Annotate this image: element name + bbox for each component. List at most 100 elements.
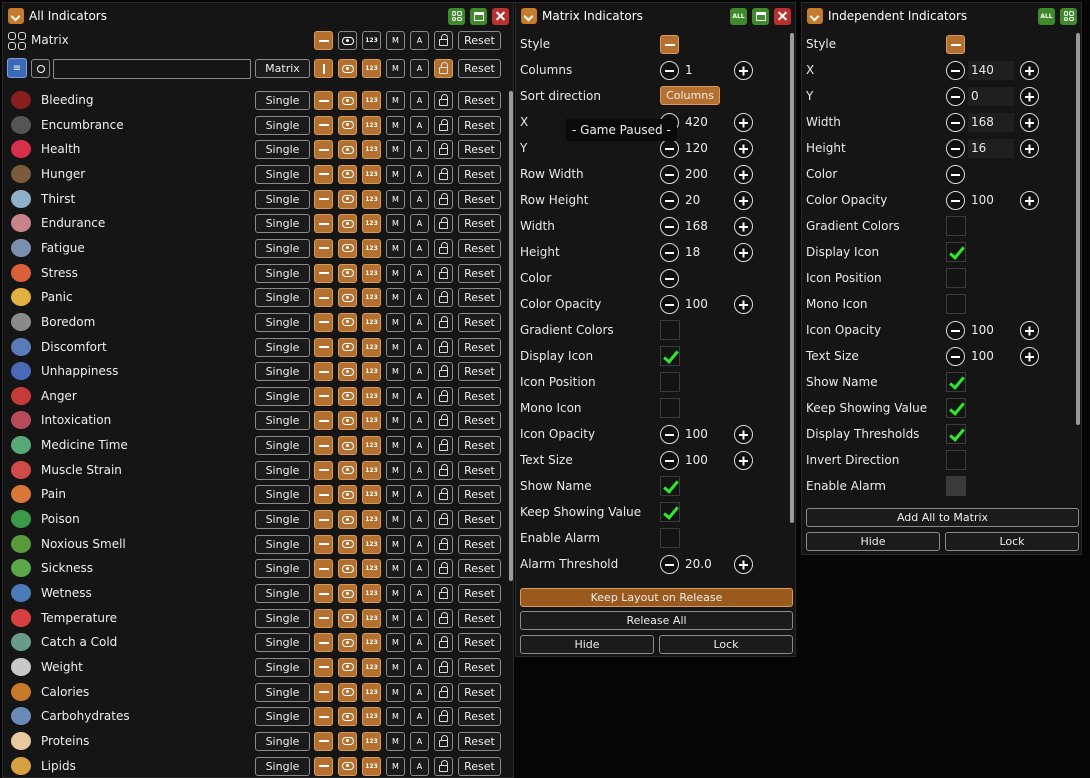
reset-button[interactable]: Reset bbox=[458, 485, 501, 505]
opacity-minus-icon[interactable] bbox=[660, 295, 679, 314]
style-button[interactable] bbox=[314, 411, 333, 431]
matrix-all-button[interactable]: Matrix bbox=[255, 59, 310, 78]
single-button[interactable]: Single bbox=[255, 263, 310, 283]
reset-button[interactable]: Reset bbox=[458, 559, 501, 579]
visibility-button[interactable] bbox=[338, 731, 357, 751]
reset-button[interactable]: Reset bbox=[458, 362, 501, 382]
reset-button[interactable]: Reset bbox=[458, 510, 501, 530]
lock-button[interactable] bbox=[434, 460, 453, 480]
single-button[interactable]: Single bbox=[255, 91, 310, 110]
value-button[interactable]: 123 bbox=[362, 485, 381, 505]
visibility-button[interactable] bbox=[338, 238, 357, 258]
row-height-value[interactable]: 20 bbox=[685, 193, 700, 207]
style-button[interactable] bbox=[314, 263, 333, 283]
display-icon-checkbox[interactable] bbox=[946, 242, 966, 262]
a-button[interactable]: A bbox=[410, 731, 429, 751]
reset-button[interactable]: Reset bbox=[458, 731, 501, 751]
single-button[interactable]: Single bbox=[255, 682, 310, 702]
width-minus-icon[interactable] bbox=[946, 113, 965, 132]
style-button[interactable] bbox=[314, 584, 333, 603]
color-reset-icon[interactable] bbox=[660, 269, 679, 288]
lock-button[interactable] bbox=[434, 312, 453, 332]
m-button[interactable]: M bbox=[386, 682, 405, 702]
value-button[interactable]: 123 bbox=[362, 140, 381, 160]
style-button[interactable] bbox=[314, 657, 333, 677]
value-button[interactable]: 123 bbox=[362, 510, 381, 530]
height-plus-icon[interactable] bbox=[734, 243, 753, 262]
m-button[interactable]: M bbox=[386, 584, 405, 603]
show-name-checkbox[interactable] bbox=[660, 476, 680, 496]
visibility-button[interactable] bbox=[338, 337, 357, 357]
m-button[interactable]: M bbox=[386, 436, 405, 456]
opacity-plus-icon[interactable] bbox=[1020, 191, 1039, 210]
columns-plus-icon[interactable] bbox=[734, 61, 753, 80]
value-button[interactable]: 123 bbox=[362, 657, 381, 677]
a-button[interactable]: A bbox=[410, 436, 429, 456]
lock-button[interactable] bbox=[434, 436, 453, 456]
lock-button[interactable] bbox=[434, 657, 453, 677]
a-button[interactable]: A bbox=[410, 115, 429, 135]
columns-value[interactable]: 1 bbox=[685, 63, 693, 77]
reset-button[interactable]: Reset bbox=[458, 608, 501, 628]
all-reset-button[interactable]: Reset bbox=[458, 59, 501, 78]
sort-icon[interactable]: ≡ bbox=[7, 58, 27, 78]
value-button[interactable]: 123 bbox=[362, 288, 381, 308]
lock-button[interactable] bbox=[434, 362, 453, 382]
single-button[interactable]: Single bbox=[255, 436, 310, 456]
visibility-button[interactable] bbox=[338, 682, 357, 702]
text-size-plus-icon[interactable] bbox=[1020, 347, 1039, 366]
height-value[interactable]: 16 bbox=[968, 139, 1014, 158]
value-button[interactable]: 123 bbox=[362, 707, 381, 727]
m-button[interactable]: M bbox=[386, 411, 405, 431]
a-button[interactable]: A bbox=[410, 559, 429, 579]
icon-opacity-plus-icon[interactable] bbox=[1020, 321, 1039, 340]
thresholds-checkbox[interactable] bbox=[946, 424, 966, 444]
reset-button[interactable]: Reset bbox=[458, 386, 501, 406]
lock-button[interactable] bbox=[434, 263, 453, 283]
icon-position-checkbox[interactable] bbox=[660, 372, 680, 392]
value-button[interactable]: 123 bbox=[362, 559, 381, 579]
single-button[interactable]: Single bbox=[255, 189, 310, 209]
a-button[interactable]: A bbox=[410, 633, 429, 653]
icon-opacity-plus-icon[interactable] bbox=[734, 425, 753, 444]
all-visibility-button[interactable] bbox=[338, 59, 357, 78]
m-button[interactable]: M bbox=[386, 288, 405, 308]
a-button[interactable]: A bbox=[410, 756, 429, 776]
value-button[interactable]: 123 bbox=[362, 238, 381, 258]
alarm-threshold-minus-icon[interactable] bbox=[660, 555, 679, 574]
reset-button[interactable]: Reset bbox=[458, 584, 501, 603]
style-button[interactable] bbox=[314, 337, 333, 357]
single-button[interactable]: Single bbox=[255, 510, 310, 530]
grid-view-icon[interactable] bbox=[1060, 7, 1077, 25]
value-button[interactable]: 123 bbox=[362, 115, 381, 135]
lock-button[interactable] bbox=[434, 633, 453, 653]
collapse-icon[interactable] bbox=[8, 8, 24, 24]
row-height-plus-icon[interactable] bbox=[734, 191, 753, 210]
text-size-plus-icon[interactable] bbox=[734, 451, 753, 470]
a-button[interactable]: A bbox=[410, 238, 429, 258]
row-width-plus-icon[interactable] bbox=[734, 165, 753, 184]
value-button[interactable]: 123 bbox=[362, 91, 381, 110]
value-button[interactable]: 123 bbox=[362, 362, 381, 382]
width-plus-icon[interactable] bbox=[734, 217, 753, 236]
a-button[interactable]: A bbox=[410, 312, 429, 332]
single-button[interactable]: Single bbox=[255, 534, 310, 554]
all-value-button[interactable]: 123 bbox=[362, 59, 381, 78]
m-button[interactable]: M bbox=[386, 386, 405, 406]
a-button[interactable]: A bbox=[410, 707, 429, 727]
columns-minus-icon[interactable] bbox=[660, 61, 679, 80]
x-minus-icon[interactable] bbox=[946, 61, 965, 80]
reset-button[interactable]: Reset bbox=[458, 312, 501, 332]
a-button[interactable]: A bbox=[410, 657, 429, 677]
sort-direction-button[interactable]: Columns bbox=[660, 86, 720, 105]
a-button[interactable]: A bbox=[410, 510, 429, 530]
m-button[interactable]: M bbox=[386, 608, 405, 628]
style-button[interactable] bbox=[314, 189, 333, 209]
reset-button[interactable]: Reset bbox=[458, 263, 501, 283]
row-width-value[interactable]: 200 bbox=[685, 167, 708, 181]
height-minus-icon[interactable] bbox=[660, 243, 679, 262]
icon-opacity-minus-icon[interactable] bbox=[660, 425, 679, 444]
height-plus-icon[interactable] bbox=[1020, 139, 1039, 158]
lock-button[interactable] bbox=[434, 337, 453, 357]
single-button[interactable]: Single bbox=[255, 756, 310, 776]
